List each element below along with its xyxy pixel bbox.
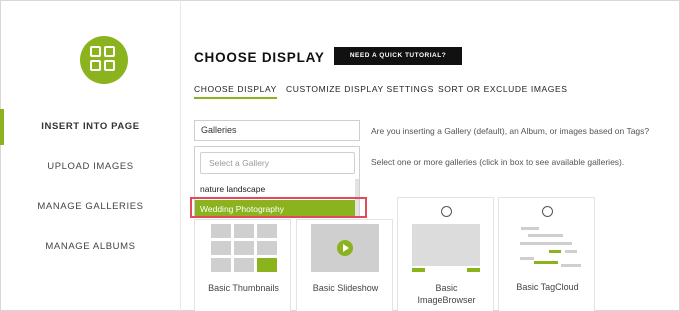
page-title: CHOOSE DISPLAY — [194, 50, 325, 65]
gallery-help: Select one or more galleries (click in b… — [371, 157, 625, 167]
sidebar-item-insert-into-page[interactable]: INSERT INTO PAGE — [0, 109, 181, 145]
display-label-basic-tagcloud: Basic TagCloud — [516, 282, 579, 292]
sidebar-item-manage-galleries[interactable]: MANAGE GALLERIES — [0, 189, 181, 225]
selection-highlight — [190, 197, 367, 218]
gallery-logo-icon — [80, 36, 128, 84]
display-label-basic-thumbnails: Basic Thumbnails — [208, 283, 279, 293]
radio-basic-imagebrowser[interactable] — [441, 206, 452, 217]
display-card-basic-slideshow[interactable]: Basic Slideshow — [296, 219, 393, 311]
sidebar-item-manage-albums[interactable]: MANAGE ALBUMS — [0, 229, 181, 265]
sidebar: INSERT INTO PAGE UPLOAD IMAGES MANAGE GA… — [0, 0, 181, 311]
play-icon — [337, 240, 353, 256]
tab-sort-or-exclude-images[interactable]: SORT OR EXCLUDE IMAGES — [438, 84, 568, 94]
display-label-basic-imagebrowser: Basic ImageBrowser — [417, 283, 476, 305]
tab-customize-display-settings[interactable]: CUSTOMIZE DISPLAY SETTINGS — [286, 84, 434, 94]
display-card-basic-imagebrowser[interactable]: Basic ImageBrowser — [397, 197, 494, 311]
gallery-option-nature-landscape[interactable]: nature landscape — [195, 180, 359, 198]
tutorial-button[interactable]: NEED A QUICK TUTORIAL? — [334, 47, 462, 65]
radio-basic-tagcloud[interactable] — [542, 206, 553, 217]
tab-choose-display[interactable]: CHOOSE DISPLAY — [194, 84, 277, 99]
gallery-search-input[interactable]: Select a Gallery — [200, 152, 355, 174]
display-label-basic-slideshow: Basic Slideshow — [312, 283, 379, 293]
display-card-basic-tagcloud[interactable]: Basic TagCloud — [498, 197, 595, 311]
sidebar-item-upload-images[interactable]: UPLOAD IMAGES — [0, 149, 181, 185]
display-type-help: Are you inserting a Gallery (default), a… — [371, 126, 650, 136]
display-card-basic-thumbnails[interactable]: Basic Thumbnails — [194, 219, 291, 311]
display-type-select[interactable]: Galleries — [194, 120, 360, 141]
